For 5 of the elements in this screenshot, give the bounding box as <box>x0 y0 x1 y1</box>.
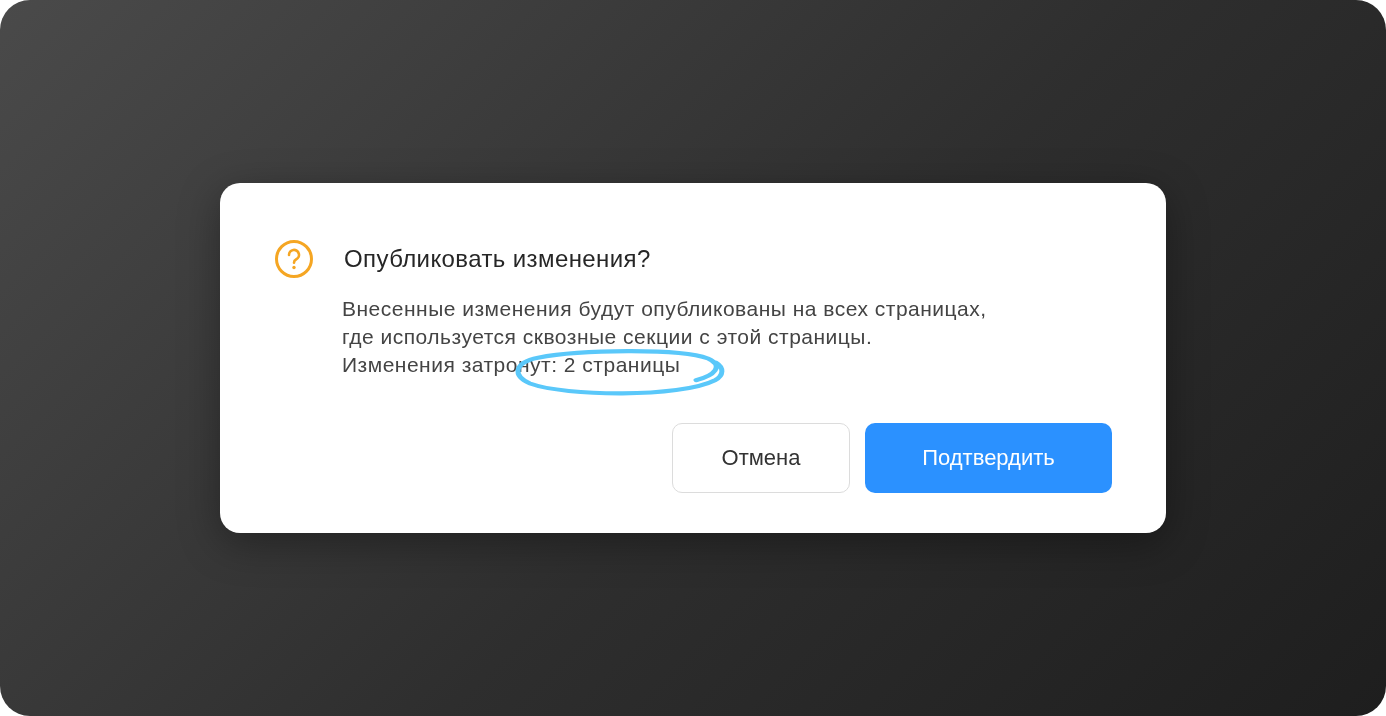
message-line: Внесенные изменения будут опубликованы на всех страницах, <box>342 296 987 322</box>
message-line: где используется сквозные секции с этой страницы. <box>342 324 873 350</box>
question-icon <box>274 239 314 279</box>
dialog-title: Опубликовать изменения? <box>344 245 651 273</box>
cancel-button[interactable]: Отмена <box>672 423 850 493</box>
